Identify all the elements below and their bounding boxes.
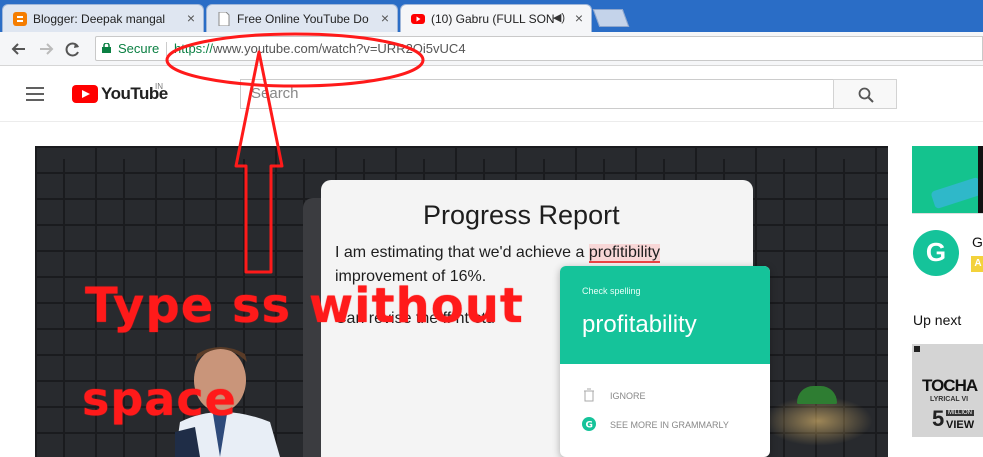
reload-icon[interactable] (62, 38, 84, 60)
tab-title: Blogger: Deepak mangal (33, 12, 166, 26)
page-icon (218, 12, 230, 26)
youtube-icon (411, 14, 425, 24)
ad-banner-edge (978, 146, 983, 213)
grammarly-card: Check spelling profitability IGNORE G SE… (560, 266, 770, 457)
annotation-text: Type ss without (85, 278, 524, 334)
badge-letter: G (925, 237, 947, 267)
speaker-icon[interactable]: ◀) (553, 11, 565, 24)
grammarly-more: SEE MORE IN GRAMMARLY (610, 420, 729, 430)
thumb-text: VIEW (946, 419, 975, 431)
close-icon[interactable]: × (575, 10, 583, 26)
grammarly-check-label: Check spelling (582, 286, 641, 296)
doc-text: I am estimating that we'd achieve a (335, 244, 589, 261)
grammarly-header: Check spelling profitability (560, 266, 770, 364)
browser-toolbar: Secure https://www.youtube.com/watch?v=U… (0, 32, 983, 66)
search-icon (858, 87, 874, 103)
ad-banner[interactable] (912, 146, 983, 213)
tab-youtube-downloader[interactable]: Free Online YouTube Do × (206, 4, 398, 32)
thumb-text: TOCHA (922, 376, 978, 395)
ad-tag-badge: A (971, 256, 983, 272)
ad-advertiser-name[interactable]: G (972, 234, 983, 250)
secure-label: Secure (118, 41, 160, 56)
thumb-text: 5 (932, 406, 945, 431)
ad-banner-graphic (930, 176, 983, 210)
address-bar[interactable]: Secure https://www.youtube.com/watch?v=U… (95, 36, 983, 61)
grammarly-badge-icon[interactable]: G (913, 230, 959, 276)
back-arrow-icon[interactable] (8, 38, 30, 60)
tab-blogger[interactable]: Blogger: Deepak mangal × (2, 4, 204, 32)
url-text[interactable]: https://www.youtube.com/watch?v=URR2Qi5v… (174, 37, 466, 60)
omnibox-divider (166, 42, 167, 56)
forward-arrow-icon[interactable] (35, 38, 57, 60)
browser-tab-strip: Blogger: Deepak mangal × Free Online You… (0, 0, 983, 32)
close-icon[interactable]: × (381, 10, 389, 26)
up-next-heading: Up next (913, 312, 962, 328)
grammarly-suggestion: profitability (582, 311, 697, 338)
lock-icon (102, 43, 111, 53)
divider (912, 213, 983, 214)
new-tab-button[interactable] (592, 9, 630, 27)
trash-icon (584, 388, 594, 402)
right-sidebar: G G A Up next TOCHA LYRICAL VI 5 MILLION… (912, 146, 983, 457)
youtube-play-icon (72, 85, 98, 103)
misspelled-word: profitibility (588, 244, 660, 263)
thumb-text: LYRICAL VI (930, 396, 969, 403)
tab-title: (10) Gabru (FULL SON (431, 12, 555, 26)
annotation-text: space (82, 372, 237, 426)
thumb-corner (914, 346, 920, 352)
tab-youtube-video[interactable]: (10) Gabru (FULL SON ◀) × (400, 4, 592, 32)
close-icon[interactable]: × (187, 10, 195, 26)
search-button[interactable] (833, 79, 897, 109)
up-next-thumbnail[interactable]: TOCHA LYRICAL VI 5 MILLION VIEW (912, 344, 983, 437)
youtube-masthead: YouTube IN Search (0, 66, 983, 122)
tab-title: Free Online YouTube Do (237, 12, 369, 26)
url-host-path: www.youtube.com/watch?v=URR2Qi5vUC4 (213, 41, 466, 56)
url-scheme: https:// (174, 41, 214, 56)
region-code: IN (155, 82, 163, 91)
blogger-icon (13, 12, 27, 26)
search-input[interactable]: Search (240, 79, 833, 109)
document-line: I am estimating that we'd achieve a prof… (335, 244, 660, 263)
svg-text:G: G (586, 421, 593, 431)
thumb-text: MILLION (946, 410, 975, 416)
document-title: Progress Report (423, 200, 620, 230)
grammarly-logo-icon: G (582, 417, 596, 431)
hamburger-menu-icon[interactable] (26, 87, 44, 101)
grammarly-ignore: IGNORE (610, 391, 646, 401)
